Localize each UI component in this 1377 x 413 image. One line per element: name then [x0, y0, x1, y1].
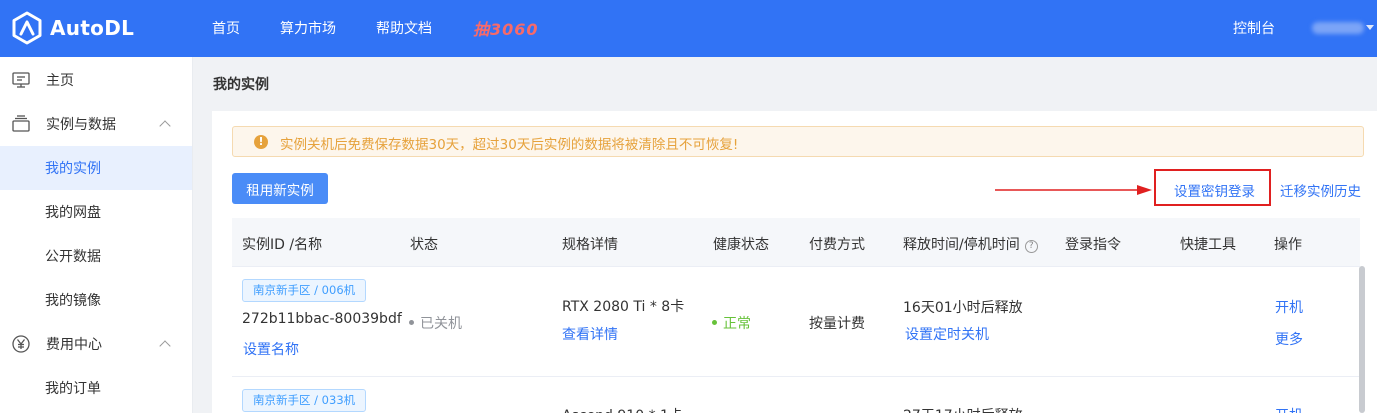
yen-icon	[12, 335, 30, 353]
col-header-spec: 规格详情	[562, 237, 618, 253]
migrate-history-link[interactable]: 迁移实例历史	[1280, 180, 1361, 200]
retention-alert: ! 实例关机后免费保存数据30天，超过30天后实例的数据将被清除且不可恢复!	[232, 126, 1364, 157]
rent-new-instance-button[interactable]: 租用新实例	[232, 173, 328, 204]
col-header-id: 实例ID /名称	[242, 237, 323, 253]
caret-down-icon[interactable]	[1366, 25, 1374, 30]
set-key-login-link[interactable]: 设置密钥登录	[1174, 180, 1255, 200]
row-divider	[232, 376, 1360, 377]
col-header-billing: 付费方式	[809, 237, 865, 253]
set-name-link[interactable]: 设置名称	[243, 339, 299, 359]
col-header-status: 状态	[410, 237, 438, 253]
brand-name: AutoDL	[50, 16, 135, 40]
sidebar-item-label: 我的实例	[45, 161, 101, 177]
spec-text: RTX 2080 Ti * 8卡	[562, 299, 685, 315]
instance-id: 272b11bbac-80039bdf	[242, 311, 402, 327]
region-tag: 南京新手区 / 033机	[242, 389, 367, 412]
sidebar-item-label: 我的网盘	[45, 205, 101, 221]
col-header-release: 释放时间/停机时间?	[903, 234, 1038, 254]
sidebar-item-public-data[interactable]: 公开数据	[0, 234, 192, 278]
power-on-link[interactable]: 开机	[1275, 405, 1303, 413]
sidebar-group-instances[interactable]: 实例与数据	[0, 102, 192, 146]
top-navbar: AutoDL 首页 算力市场 帮助文档 抽3060 控制台	[0, 0, 1377, 57]
autodl-logo-icon	[12, 11, 42, 45]
sidebar-group-billing[interactable]: 费用中心	[0, 322, 192, 366]
sidebar-item-my-netdisk[interactable]: 我的网盘	[0, 190, 192, 234]
sidebar-item-my-instances[interactable]: 我的实例	[0, 146, 192, 190]
nav-promo[interactable]: 抽3060	[473, 16, 539, 40]
sidebar-item-label: 公开数据	[45, 249, 101, 265]
col-header-release-label: 释放时间/停机时间	[903, 237, 1020, 253]
col-header-actions: 操作	[1274, 237, 1302, 253]
status-dot-icon	[409, 320, 414, 325]
status-badge: 已关机	[409, 313, 462, 333]
spec-text: Ascend 910 * 1卡	[562, 405, 683, 413]
sidebar-group-label: 实例与数据	[46, 117, 116, 133]
view-details-link[interactable]: 查看详情	[562, 324, 618, 344]
table-scrollbar[interactable]	[1359, 266, 1365, 413]
health-badge: 正常	[712, 313, 751, 333]
nav-home[interactable]: 首页	[212, 18, 240, 38]
health-text: 正常	[723, 316, 751, 332]
layers-icon	[12, 115, 30, 132]
page-title: 我的实例	[213, 77, 269, 93]
sidebar-group-label: 费用中心	[46, 337, 102, 353]
user-menu[interactable]	[1312, 22, 1364, 34]
schedule-shutdown-link[interactable]: 设置定时关机	[905, 324, 989, 344]
chevron-up-icon	[159, 120, 171, 132]
release-time: 16天01小时后释放	[903, 300, 1023, 316]
sidebar-item-my-orders[interactable]: 我的订单	[0, 366, 192, 410]
warning-circle-icon: !	[254, 135, 268, 149]
sidebar-item-label: 我的镜像	[45, 293, 101, 309]
question-circle-icon[interactable]: ?	[1024, 240, 1038, 253]
more-actions-link[interactable]: 更多	[1275, 329, 1303, 349]
brand-logo[interactable]: AutoDL	[10, 11, 134, 45]
col-header-health: 健康状态	[713, 237, 769, 253]
monitor-icon	[12, 72, 30, 88]
annotation-arrow-icon	[995, 185, 1152, 195]
health-dot-icon	[712, 320, 717, 325]
col-header-login-cmd: 登录指令	[1065, 237, 1121, 253]
sidebar-item-my-images[interactable]: 我的镜像	[0, 278, 192, 322]
status-text: 已关机	[420, 316, 462, 332]
release-time: 27天17小时后释放	[903, 405, 1023, 413]
nav-market[interactable]: 算力市场	[280, 18, 336, 38]
chevron-up-icon	[159, 340, 171, 352]
sidebar-item-home[interactable]: 主页	[0, 58, 192, 102]
sidebar-item-label: 我的订单	[45, 381, 101, 397]
sidebar-item-label: 主页	[46, 73, 74, 89]
col-header-tools: 快捷工具	[1180, 237, 1236, 253]
billing-type: 按量计费	[809, 316, 865, 332]
power-on-link[interactable]: 开机	[1275, 297, 1303, 317]
nav-docs[interactable]: 帮助文档	[376, 18, 432, 38]
region-tag: 南京新手区 / 006机	[242, 279, 367, 302]
alert-text: 实例关机后免费保存数据30天，超过30天后实例的数据将被清除且不可恢复!	[280, 137, 739, 153]
nav-console[interactable]: 控制台	[1233, 18, 1275, 38]
